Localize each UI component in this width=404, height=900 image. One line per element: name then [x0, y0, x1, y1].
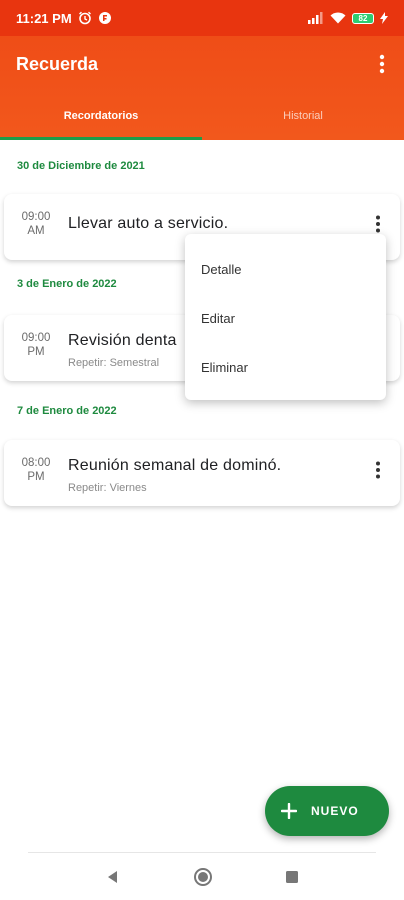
more-vert-icon [376, 215, 380, 233]
reminder-time: 09:00 AM [18, 210, 54, 238]
reminder-repeat: Repetir: Semestral [68, 357, 160, 369]
signal-icon [308, 12, 324, 24]
wifi-icon [330, 12, 346, 24]
date-header: 7 de Enero de 2022 [17, 405, 117, 417]
context-menu: Detalle Editar Eliminar [185, 234, 386, 400]
tab-recordatorios[interactable]: Recordatorios [0, 92, 202, 140]
reminder-repeat: Repetir: Viernes [68, 482, 147, 494]
reminder-title: Reunión semanal de dominó. [68, 457, 282, 474]
tab-bar: Recordatorios Historial [0, 92, 404, 140]
more-vert-icon [379, 54, 385, 74]
reminder-more-button[interactable] [370, 212, 386, 236]
new-reminder-button[interactable]: NUEVO [265, 786, 389, 836]
tab-historial[interactable]: Historial [202, 92, 404, 140]
back-button[interactable] [101, 866, 125, 888]
menu-item-eliminar[interactable]: Eliminar [201, 360, 248, 375]
plus-icon [281, 803, 297, 819]
reminder-title: Llevar auto a servicio. [68, 215, 229, 232]
nav-divider [28, 852, 376, 853]
reminder-time: 08:00 PM [18, 456, 54, 484]
reminder-more-button[interactable] [370, 458, 386, 482]
status-bar: 11:21 PM 82 [0, 0, 404, 36]
app-bar: Recuerda Recordatorios Historial [0, 36, 404, 140]
tab-indicator [0, 137, 202, 140]
tab-label: Recordatorios [63, 110, 139, 122]
reminder-time-value: 08:00 [21, 457, 51, 469]
date-header: 30 de Diciembre de 2021 [17, 160, 145, 172]
overflow-menu-button[interactable] [370, 48, 394, 80]
menu-item-detalle[interactable]: Detalle [201, 262, 241, 277]
more-vert-icon [376, 461, 380, 479]
status-time: 11:21 PM [16, 10, 72, 26]
recents-square-icon [286, 871, 298, 883]
reminder-time-ampm: AM [27, 225, 45, 237]
home-button[interactable] [191, 866, 215, 888]
reminder-time-ampm: PM [27, 346, 45, 358]
tab-label: Historial [283, 110, 323, 122]
reminder-card[interactable]: 08:00 PM Reunión semanal de dominó. Repe… [4, 440, 400, 506]
app-title: Recuerda [16, 54, 99, 74]
reminder-time-ampm: PM [27, 471, 45, 483]
system-nav-bar [0, 852, 404, 900]
recents-button[interactable] [280, 866, 304, 888]
notification-app-icon [98, 11, 112, 25]
reminder-time-value: 09:00 [21, 211, 51, 223]
menu-item-editar[interactable]: Editar [201, 311, 235, 326]
date-header: 3 de Enero de 2022 [17, 278, 117, 290]
back-triangle-icon [108, 871, 117, 883]
fab-label: NUEVO [311, 804, 359, 818]
reminder-title: Revisión denta [68, 332, 177, 349]
reminder-time-value: 09:00 [21, 332, 51, 344]
charging-icon [380, 12, 388, 24]
reminder-time: 09:00 PM [18, 331, 54, 359]
alarm-icon [78, 11, 92, 25]
battery-icon: 82 [352, 12, 374, 24]
home-circle-icon [194, 868, 212, 886]
